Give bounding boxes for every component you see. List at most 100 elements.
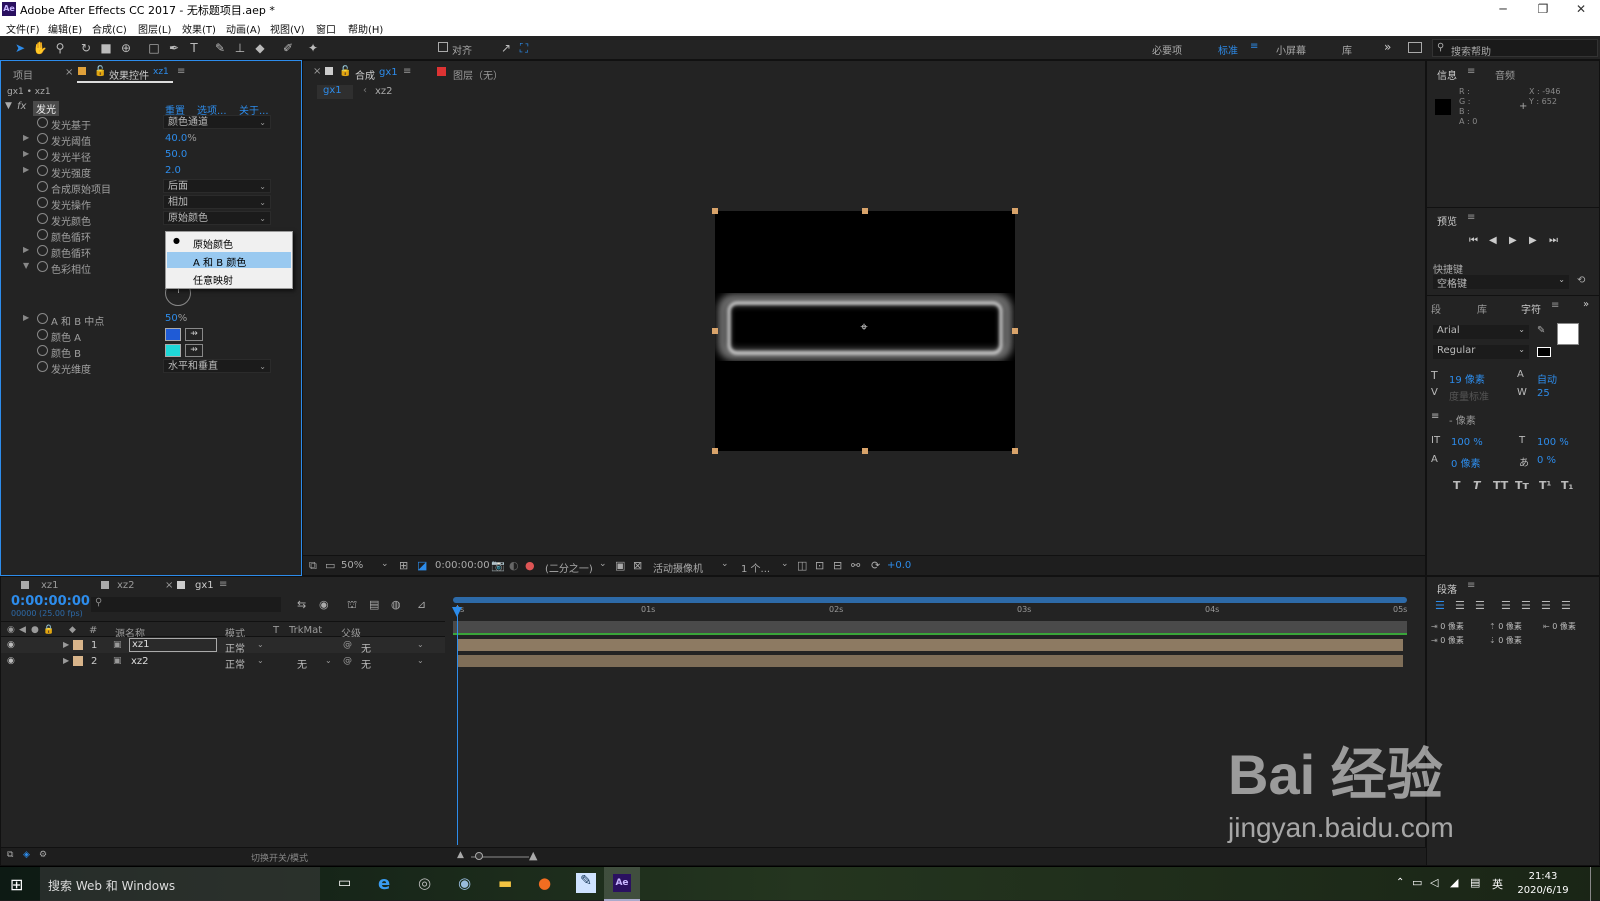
shy-layers-icon[interactable]: ⛫: [347, 598, 357, 613]
zoom-in-icon[interactable]: ▲: [529, 849, 537, 862]
layer-duration-bar[interactable]: [457, 655, 1403, 667]
layer-parent-dropdown[interactable]: 无: [361, 656, 371, 671]
leading-value[interactable]: 自动: [1537, 371, 1557, 386]
small-caps-button[interactable]: Tт: [1515, 479, 1529, 492]
file-explorer-icon[interactable]: ▬: [498, 874, 512, 892]
workspace-essentials[interactable]: 必要项: [1152, 42, 1182, 57]
reset-exposure-icon[interactable]: ⟳: [871, 559, 880, 572]
stopwatch-icon[interactable]: [37, 197, 48, 208]
brush-tool-icon[interactable]: ✎: [212, 40, 228, 56]
transform-handle[interactable]: [1012, 448, 1018, 454]
tab-effect-controls[interactable]: 效果控件: [109, 67, 149, 82]
puppet-pin-tool-icon[interactable]: ✦: [305, 40, 321, 56]
panel-menu-icon[interactable]: ≡: [1467, 212, 1475, 223]
task-view-icon[interactable]: ▭: [338, 875, 351, 891]
work-area-range[interactable]: [453, 621, 1407, 633]
align-center-icon[interactable]: ☰: [1455, 599, 1465, 612]
space-before-value[interactable]: 0 像素: [1498, 622, 1522, 631]
tsume-value[interactable]: 0 %: [1537, 455, 1556, 466]
align-left-icon[interactable]: ☰: [1435, 599, 1445, 612]
color-a-swatch[interactable]: [165, 328, 181, 341]
resolution-dropdown[interactable]: (二分之一): [545, 560, 593, 575]
collapse-triangle-icon[interactable]: ▼: [23, 261, 29, 270]
draft-3d-icon[interactable]: ◉: [319, 598, 329, 611]
tab-composition[interactable]: 合成: [355, 67, 375, 82]
more-workspaces-icon[interactable]: »: [1384, 40, 1391, 54]
tab-close-icon[interactable]: ×: [165, 580, 173, 591]
stopwatch-icon[interactable]: [37, 261, 48, 272]
menu-edit[interactable]: 编辑(E): [48, 21, 82, 36]
more-panels-icon[interactable]: »: [1583, 299, 1589, 310]
timeline-timecode[interactable]: 0:00:00:00: [11, 594, 90, 609]
menu-animation[interactable]: 动画(A): [226, 21, 261, 36]
fx-toggle[interactable]: fx: [17, 101, 26, 112]
selection-tool-icon[interactable]: ➤: [12, 40, 28, 56]
workspace-menu-icon[interactable]: ≡: [1250, 41, 1258, 52]
snap-options-icon[interactable]: ⛶: [516, 40, 532, 56]
after-effects-taskbar-button[interactable]: Ae: [604, 867, 640, 901]
timeline-tab-xz1[interactable]: xz1: [41, 580, 59, 591]
menu-item-arbitrary-map[interactable]: 任意映射: [167, 270, 291, 287]
pickwhip-icon[interactable]: @: [343, 640, 352, 650]
expand-triangle-icon[interactable]: ▶: [23, 149, 29, 158]
workspace-standard[interactable]: 标准: [1218, 42, 1238, 57]
glow-intensity-value[interactable]: 2.0: [165, 165, 181, 176]
tab-layer[interactable]: 图层（无）: [453, 67, 503, 82]
stopwatch-icon[interactable]: [37, 229, 48, 240]
collapse-triangle-icon[interactable]: ▼: [5, 101, 12, 111]
faux-bold-button[interactable]: T: [1453, 479, 1461, 492]
eye-icon[interactable]: ◉: [7, 656, 15, 666]
ab-midpoint-value[interactable]: 50%: [165, 313, 187, 324]
eraser-tool-icon[interactable]: ◆: [252, 40, 268, 56]
stopwatch-icon[interactable]: [37, 329, 48, 340]
align-right-icon[interactable]: ☰: [1475, 599, 1485, 612]
horizontal-scale-value[interactable]: 100 %: [1537, 437, 1569, 448]
font-style-dropdown[interactable]: Regular ⌄: [1433, 345, 1529, 359]
stroke-swatch[interactable]: [1537, 347, 1551, 357]
kerning-value[interactable]: 度量标准: [1449, 388, 1489, 403]
vertical-scale-value[interactable]: 100 %: [1451, 437, 1483, 448]
comp-mini-flowchart-icon[interactable]: ⇆: [297, 598, 306, 611]
tab-comp-name[interactable]: gx1: [379, 67, 398, 78]
panel-menu-icon[interactable]: ≡: [219, 579, 227, 590]
color-b-swatch[interactable]: [165, 344, 181, 357]
align-checkbox[interactable]: [438, 42, 448, 52]
zoom-dropdown[interactable]: 50%: [341, 560, 363, 571]
transform-handle[interactable]: [862, 208, 868, 214]
justify-left-icon[interactable]: ☰: [1501, 599, 1511, 612]
subscript-button[interactable]: T₁: [1561, 479, 1573, 492]
expand-triangle-icon[interactable]: ▶: [63, 640, 69, 649]
toggle-pixel-aspect-icon[interactable]: ◫: [797, 559, 807, 572]
stopwatch-icon[interactable]: [37, 149, 48, 160]
font-family-dropdown[interactable]: Arial ⌄: [1433, 325, 1529, 339]
app-icon-1[interactable]: ◎: [418, 874, 431, 892]
windows-start-icon[interactable]: ⊞: [10, 875, 23, 894]
stopwatch-icon[interactable]: [37, 133, 48, 144]
rotate-tool-icon[interactable]: ↻: [78, 40, 94, 56]
menu-composition[interactable]: 合成(C): [92, 21, 127, 36]
expand-triangle-icon[interactable]: ▶: [23, 245, 29, 254]
layer-duration-bar[interactable]: [457, 639, 1403, 651]
edge-browser-icon[interactable]: e: [378, 873, 390, 894]
tracking-value[interactable]: 25: [1537, 388, 1550, 399]
menu-layer[interactable]: 图层(L): [138, 21, 171, 36]
toggle-switches-modes[interactable]: 切换开关/模式: [251, 851, 308, 864]
app-icon-2[interactable]: ◉: [458, 874, 471, 892]
network-icon[interactable]: ◢: [1450, 876, 1458, 889]
taskbar-search-box[interactable]: 搜索 Web 和 Windows: [40, 867, 320, 901]
menu-view[interactable]: 视图(V): [270, 21, 305, 36]
battery-icon[interactable]: ▭: [1412, 876, 1422, 889]
snap-icon[interactable]: ↗: [498, 40, 514, 56]
roto-brush-tool-icon[interactable]: ✐: [280, 40, 296, 56]
font-size-value[interactable]: 19 像素: [1449, 371, 1485, 386]
tab-paragraph-short[interactable]: 段: [1431, 301, 1441, 316]
menu-window[interactable]: 窗口: [316, 21, 336, 36]
zoom-slider-thumb[interactable]: [475, 852, 483, 860]
glow-based-on-dropdown[interactable]: 颜色通道 ⌄: [163, 115, 271, 129]
tab-effect-layer[interactable]: xz1: [153, 67, 169, 77]
pen-tool-icon[interactable]: ✒: [166, 40, 182, 56]
tab-character[interactable]: 字符: [1521, 301, 1541, 316]
color-channels-icon[interactable]: ●: [525, 559, 535, 572]
zoom-out-icon[interactable]: ▲: [457, 850, 464, 860]
layer-trkmat-dropdown[interactable]: 无: [297, 656, 307, 671]
